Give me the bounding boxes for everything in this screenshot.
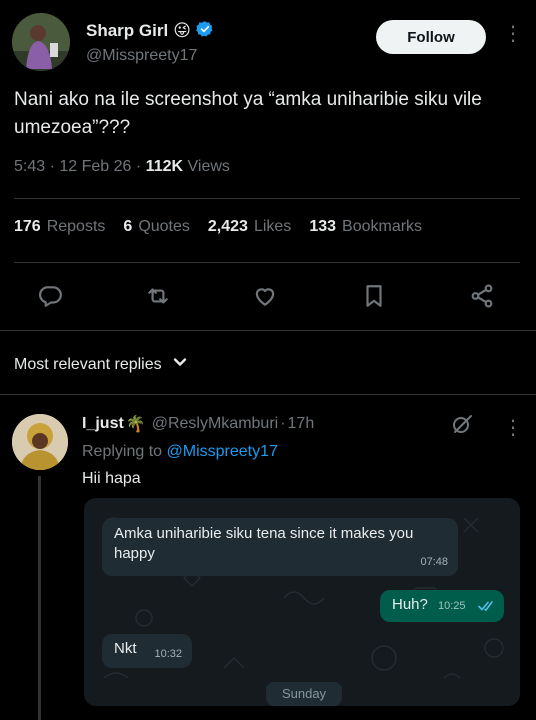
- attached-chat-screenshot[interactable]: Amka uniharibie siku tena since it makes…: [84, 498, 520, 706]
- chevron-down-icon: [172, 354, 188, 375]
- chat-message-time: 10:25: [438, 600, 466, 612]
- more-options-icon[interactable]: ⋮: [503, 24, 523, 44]
- tweet-meta: 5:43 · 12 Feb 26 · 112K Views: [14, 158, 230, 176]
- author-avatar[interactable]: [12, 13, 70, 71]
- meta-separator: ·: [49, 158, 60, 175]
- author-handle[interactable]: @Misspreety17: [86, 47, 214, 65]
- quotes-stat[interactable]: 6 Quotes: [123, 218, 190, 236]
- reposts-stat[interactable]: 176 Reposts: [14, 218, 105, 236]
- chat-message-text: Huh?: [392, 596, 428, 613]
- share-icon[interactable]: [464, 278, 500, 314]
- replying-prefix: Replying to: [82, 443, 163, 460]
- replying-to-handle[interactable]: @Misspreety17: [167, 443, 278, 460]
- meta-separator: ·: [280, 415, 286, 432]
- chat-message-text: Amka uniharibie siku tena since it makes…: [114, 525, 414, 562]
- replies-sort-dropdown[interactable]: Most relevant replies: [14, 354, 188, 375]
- chat-message-received: Amka uniharibie siku tena since it makes…: [102, 518, 458, 576]
- tweet-date[interactable]: 12 Feb 26: [59, 158, 131, 175]
- reposts-label: Reposts: [46, 218, 106, 235]
- meta-separator: ·: [135, 158, 146, 175]
- engagement-stats: 176 Reposts 6 Quotes 2,423 Likes 133 Bookmar…: [14, 218, 422, 236]
- author-display-name[interactable]: Sharp Girl: [86, 21, 168, 41]
- likes-stat[interactable]: 2,423 Likes: [208, 218, 291, 236]
- chat-day-separator: Sunday: [266, 682, 342, 706]
- quotes-count: 6: [123, 218, 133, 235]
- reply-author-handle[interactable]: @ReslyMkamburi: [152, 415, 278, 433]
- bookmarks-stat[interactable]: 133 Bookmarks: [309, 218, 422, 236]
- divider: [14, 198, 520, 199]
- chat-message-sent: Huh? 10:25: [380, 590, 504, 622]
- chat-message-time: 07:48: [420, 556, 448, 568]
- views-label: Views: [187, 158, 230, 175]
- grok-icon[interactable]: [450, 412, 474, 436]
- thread-connector-line: [38, 476, 41, 720]
- repost-icon[interactable]: [140, 278, 176, 314]
- divider: [0, 394, 536, 395]
- author-name-emoji: 😜: [173, 21, 191, 40]
- like-icon[interactable]: [247, 278, 283, 314]
- divider: [14, 262, 520, 263]
- tweet-time[interactable]: 5:43: [14, 158, 45, 175]
- likes-count: 2,423: [207, 218, 248, 235]
- bookmark-icon[interactable]: [356, 278, 392, 314]
- reply-text: Hii hapa: [82, 470, 141, 487]
- tweet-text: Nani ako na ile screenshot ya “amka unih…: [14, 89, 482, 138]
- replying-to-line: Replying to @Misspreety17: [82, 443, 278, 461]
- chat-message-time: 10:32: [154, 648, 182, 660]
- reply-more-options-icon[interactable]: ⋮: [503, 418, 523, 438]
- reply-name-emoji: 🌴: [125, 416, 146, 433]
- reply-header: I_just 🌴 @ReslyMkamburi · 17h: [82, 414, 314, 434]
- reply-author-avatar[interactable]: [12, 414, 68, 470]
- views-count: 112K: [145, 158, 184, 175]
- chat-message-text: Nkt: [114, 640, 137, 657]
- sort-label: Most relevant replies: [14, 355, 162, 373]
- chat-message-received: Nkt 10:32: [102, 634, 192, 668]
- divider: [0, 330, 536, 331]
- bookmarks-count: 133: [309, 218, 337, 235]
- quotes-label: Quotes: [138, 218, 190, 235]
- bookmarks-label: Bookmarks: [342, 218, 423, 235]
- verified-badge-icon: [196, 20, 214, 43]
- reply-icon[interactable]: [32, 278, 68, 314]
- likes-label: Likes: [253, 218, 292, 235]
- read-receipt-icon: [478, 598, 496, 618]
- reply-age[interactable]: 17h: [288, 415, 315, 433]
- follow-button[interactable]: Follow: [376, 20, 486, 54]
- reply-author-name[interactable]: I_just: [82, 415, 124, 433]
- tweet-action-bar: [0, 278, 536, 314]
- reposts-count: 176: [14, 218, 41, 235]
